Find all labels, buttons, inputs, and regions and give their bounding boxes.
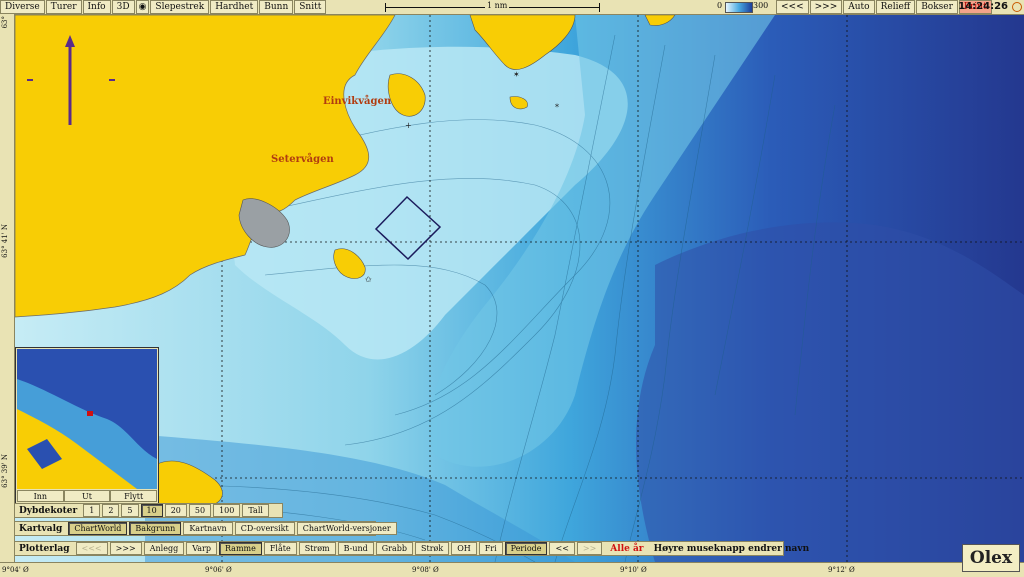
info-button[interactable]: Info (82, 0, 111, 14)
longitude-ruler: 9°04' Ø 9°06' Ø 9°08' Ø 9°10' Ø 9°12' Ø (0, 562, 1024, 577)
lat-label: 63° (1, 16, 9, 29)
depth-contour-5[interactable]: 5 (121, 504, 139, 517)
periode-next-button[interactable]: >> (576, 542, 603, 555)
bunn-button[interactable]: Bunn (259, 0, 294, 14)
flate-button[interactable]: Flåte (263, 542, 297, 555)
chartworld-versjoner-button[interactable]: ChartWorld-versjoner (296, 522, 397, 535)
chart-map[interactable]: Einvikvågen Setervågen ✶ ✩ * + (15, 15, 1024, 562)
depth-color-bar (725, 2, 753, 13)
right-click-hint: Høyre museknapp endrer navn (653, 543, 810, 554)
snitt-button[interactable]: Snitt (294, 0, 327, 14)
scale-bar: 1 nm (385, 1, 600, 12)
bokser-button[interactable]: Bokser (916, 0, 958, 14)
prev-button[interactable]: <<< (776, 0, 809, 14)
plotterlag-label: Plotterlag (19, 543, 70, 554)
depth-contour-2[interactable]: 2 (102, 504, 120, 517)
depth-min-label: 0 (717, 1, 723, 10)
svg-text:*: * (555, 103, 559, 112)
plotterlag-panel: Plotterlag <<< >>> Anlegg Varp Ramme Flå… (14, 541, 809, 556)
lon-label: 9°08' Ø (412, 566, 439, 574)
depth-contour-50[interactable]: 50 (188, 504, 212, 517)
dybdekoter-panel: Dybdekoter 1 2 5 10 20 50 100 Tall (14, 503, 283, 518)
lon-label: 9°06' Ø (205, 566, 232, 574)
sun-icon (1012, 2, 1022, 12)
b-und-button[interactable]: B-und (337, 542, 374, 555)
olex-logo: Olex (962, 544, 1020, 572)
hardhet-button[interactable]: Hardhet (210, 0, 259, 14)
strok-button[interactable]: Strøk (415, 542, 450, 555)
bakgrunn-button[interactable]: Bakgrunn (129, 522, 182, 535)
zoom-in-button[interactable]: Inn (17, 490, 64, 502)
dybdekoter-label: Dybdekoter (19, 505, 78, 516)
depth-contour-20[interactable]: 20 (164, 504, 187, 517)
periode-prev-button[interactable]: << (549, 542, 575, 555)
lon-label: 9°10' Ø (620, 566, 647, 574)
auto-button[interactable]: Auto (843, 0, 875, 14)
next-button[interactable]: >>> (809, 0, 843, 14)
kartvalg-panel: Kartvalg ChartWorld Bakgrunn Kartnavn CD… (14, 521, 397, 536)
plotterlag-prev-button[interactable]: <<< (75, 542, 108, 555)
lat-label: 63° 41' N (1, 224, 9, 258)
svg-text:✶: ✶ (513, 70, 520, 79)
turer-button[interactable]: Turer (45, 0, 82, 14)
scale-label: 1 nm (485, 1, 510, 10)
alle-ar-label: Alle år (610, 543, 644, 554)
overview-map[interactable] (17, 349, 157, 489)
slepestrek-button[interactable]: Slepestrek (150, 0, 210, 14)
anlegg-button[interactable]: Anlegg (143, 542, 185, 555)
place-einvikvagen: Einvikvågen (323, 95, 392, 107)
zoom-out-button[interactable]: Ut (63, 490, 111, 502)
depth-contour-1[interactable]: 1 (83, 504, 101, 517)
ramme-button[interactable]: Ramme (218, 542, 262, 555)
strom-button[interactable]: Strøm (298, 542, 336, 555)
svg-text:✩: ✩ (365, 275, 372, 284)
fri-button[interactable]: Fri (478, 542, 503, 555)
3d-button[interactable]: 3D (111, 0, 135, 14)
diverse-button[interactable]: Diverse (0, 0, 45, 14)
depth-contour-10[interactable]: 10 (140, 504, 163, 517)
plotterlag-next-button[interactable]: >>> (109, 542, 142, 555)
grabb-button[interactable]: Grabb (375, 542, 413, 555)
deep-zone (636, 222, 1024, 562)
kartnavn-button[interactable]: Kartnavn (183, 522, 233, 535)
place-setervagen: Setervågen (271, 153, 334, 165)
move-button[interactable]: Flytt (110, 490, 158, 502)
kartvalg-label: Kartvalg (19, 523, 63, 534)
periode-button[interactable]: Periode (504, 542, 548, 555)
target-icon[interactable]: ◉ (135, 0, 150, 14)
chartworld-button[interactable]: ChartWorld (68, 522, 128, 535)
depth-contour-tall[interactable]: Tall (242, 504, 269, 517)
varp-button[interactable]: Varp (186, 542, 217, 555)
cd-oversikt-button[interactable]: CD-oversikt (234, 522, 295, 535)
overview-inset[interactable]: Inn Ut Flytt (15, 347, 159, 504)
relieff-button[interactable]: Relieff (875, 0, 916, 14)
viewport-marker (87, 411, 93, 416)
svg-text:+: + (405, 121, 412, 130)
clock: 14:24:26 (958, 1, 1008, 12)
latitude-ruler: 63° 63° 41' N 63° 39' N (0, 14, 15, 562)
lon-label: 9°12' Ø (828, 566, 855, 574)
lon-label: 9°04' Ø (2, 566, 29, 574)
lat-label: 63° 39' N (1, 454, 9, 488)
depth-contour-100[interactable]: 100 (213, 504, 241, 517)
chart-canvas[interactable]: Einvikvågen Setervågen ✶ ✩ * + (15, 15, 1024, 562)
oh-button[interactable]: OH (451, 542, 477, 555)
depth-max-label: 300 (753, 1, 769, 10)
